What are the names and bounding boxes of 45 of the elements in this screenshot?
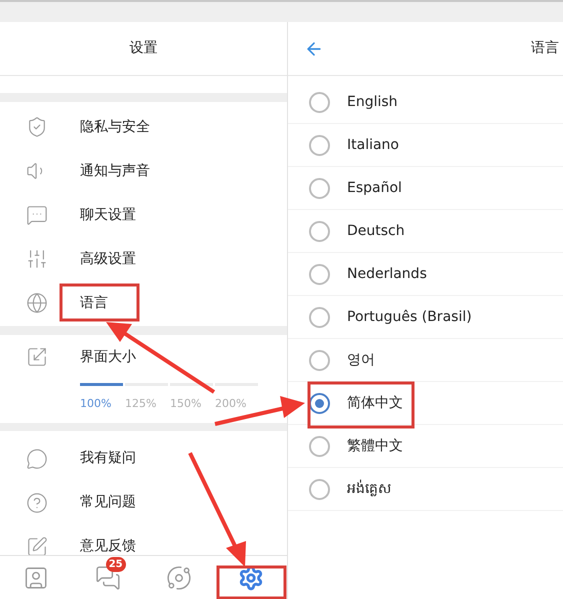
panel-title: 设置 <box>130 39 158 58</box>
radio-button[interactable] <box>309 264 330 284</box>
resize-icon <box>26 346 48 368</box>
settings-item[interactable]: 意见反馈 <box>80 536 136 555</box>
globe-icon <box>26 292 48 314</box>
radio-button[interactable] <box>309 392 330 414</box>
settings-item[interactable]: 高级设置 <box>80 248 136 270</box>
language-option[interactable]: 简体中文 <box>347 392 403 414</box>
radio-button[interactable] <box>309 306 330 328</box>
interface-size-label: 界面大小 <box>80 348 136 366</box>
panel-title: 语言 <box>531 39 559 58</box>
language-option[interactable]: Nederlands <box>347 264 427 284</box>
settings-item[interactable]: 聊天设置 <box>80 204 136 226</box>
radio-button[interactable] <box>309 92 330 112</box>
size-step[interactable] <box>170 383 213 386</box>
language-option[interactable]: Deutsch <box>347 220 405 242</box>
speech-bubble-icon <box>26 448 48 470</box>
settings-item[interactable]: 语言 <box>80 292 108 314</box>
radio-button[interactable] <box>309 178 330 198</box>
highlight-box <box>216 566 286 599</box>
language-option[interactable]: Português (Brasil) <box>347 306 472 328</box>
language-option[interactable]: Italiano <box>347 134 399 156</box>
language-option[interactable]: 영어 <box>347 350 375 370</box>
language-option[interactable]: English <box>347 92 398 112</box>
nav-tab[interactable]: 25 <box>88 560 128 596</box>
contacts-icon <box>22 564 49 590</box>
chat-bubble-icon <box>26 204 48 226</box>
language-option[interactable]: Español <box>347 178 402 198</box>
shield-icon <box>26 116 48 138</box>
unread-badge: 25 <box>106 556 126 572</box>
settings-item[interactable]: 我有疑问 <box>80 448 136 469</box>
help-icon <box>26 492 48 514</box>
settings-item[interactable]: 常见问题 <box>80 492 136 513</box>
radio-button[interactable] <box>309 478 330 500</box>
settings-item[interactable]: 通知与声音 <box>80 160 150 182</box>
settings-item[interactable]: 隐私与安全 <box>80 116 150 138</box>
radio-button[interactable] <box>309 436 330 456</box>
sliders-icon <box>26 248 48 270</box>
radio-button[interactable] <box>309 220 330 242</box>
edit-icon <box>26 536 48 555</box>
planet-icon <box>166 564 192 590</box>
language-option[interactable]: អង់គ្លេស <box>347 478 391 500</box>
radio-button[interactable] <box>309 350 330 370</box>
radio-button[interactable] <box>309 134 330 156</box>
language-option[interactable]: 繁體中文 <box>347 436 403 456</box>
